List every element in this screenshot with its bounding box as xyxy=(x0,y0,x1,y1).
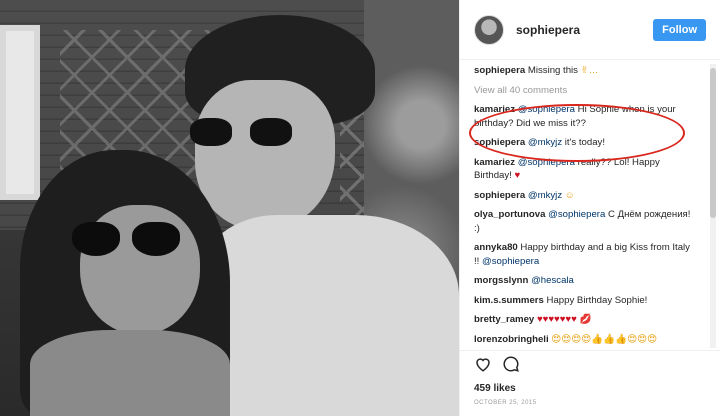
man-face xyxy=(195,80,335,230)
woman-sunglasses xyxy=(72,222,182,258)
caption-emoji: ✌… xyxy=(580,65,599,76)
comment-item: sophiepera @mkyjz it's today! xyxy=(474,136,696,150)
comment-text: Happy Birthday Sophie! xyxy=(546,294,648,306)
caption: sophiepera Missing this ✌… xyxy=(474,64,696,78)
comment-username[interactable]: sophiepera xyxy=(474,190,525,201)
post-username[interactable]: sophiepera xyxy=(516,23,580,37)
avatar[interactable] xyxy=(474,14,504,45)
comment-item: lorenzobringheli 😍😍😍😍👍👍👍😍😍😍 xyxy=(474,333,696,347)
view-all-comments-link[interactable]: View all 40 comments xyxy=(474,84,696,98)
caption-text: Missing this xyxy=(527,65,578,76)
post-date: OCTOBER 25, 2015 xyxy=(474,400,537,406)
window xyxy=(0,25,40,200)
comment-text: it's today! xyxy=(562,137,606,148)
comment-username[interactable]: kim.s.summers xyxy=(474,295,544,306)
comment-item: sophiepera @mkyjz ☺ xyxy=(474,189,696,203)
comment-item: kamariez @sophiepera really?? Lol! Happy… xyxy=(474,156,696,183)
follow-button[interactable]: Follow xyxy=(653,18,706,41)
comment-username[interactable]: bretty_ramey xyxy=(474,314,534,325)
man-sunglasses xyxy=(190,118,300,148)
comment-username[interactable]: annyka80 xyxy=(474,242,518,253)
comments-scrollbar[interactable] xyxy=(710,64,716,348)
comment-mention[interactable]: @sophiepera xyxy=(518,104,575,115)
comment-item: annyka80 Happy birthday and a big Kiss f… xyxy=(474,241,696,268)
heart-emoji: ♥♥♥♥♥♥♥ 💋 xyxy=(536,314,592,325)
smile-emoji: ☺ xyxy=(564,189,575,201)
comment-username[interactable]: kamariez xyxy=(474,157,515,168)
comment-mention[interactable]: @sophiepera xyxy=(482,256,539,267)
caption-username[interactable]: sophiepera xyxy=(474,65,525,76)
comment-mention[interactable]: @sophiepera xyxy=(548,209,605,220)
comment-username[interactable]: kamariez xyxy=(474,104,515,115)
comment-username[interactable]: olya_portunova xyxy=(474,209,545,220)
heart-emoji: ♥ xyxy=(514,170,521,181)
woman-shoulder xyxy=(30,330,230,416)
comment-list: sophiepera Missing this ✌… View all 40 c… xyxy=(460,64,710,348)
comment-mention[interactable]: @mkyjz xyxy=(528,190,562,201)
comment-mention[interactable]: @sophiepera xyxy=(518,157,575,168)
comment-username[interactable]: lorenzobringheli xyxy=(474,334,549,345)
post-actions: 459 likes OCTOBER 25, 2015 xyxy=(460,350,720,406)
man-shirt xyxy=(200,215,459,416)
comment-icon[interactable] xyxy=(502,355,520,378)
like-count[interactable]: 459 likes xyxy=(474,383,707,394)
heart-icon[interactable] xyxy=(474,355,492,378)
comment-username[interactable]: morgsslynn xyxy=(474,275,528,286)
emoji-row: 😍😍😍😍👍👍👍😍😍😍 xyxy=(551,333,658,345)
comment-item: morgsslynn @hescala xyxy=(474,274,696,288)
comment-mention[interactable]: @hescala xyxy=(531,275,574,286)
comment-item: kim.s.summers Happy Birthday Sophie! xyxy=(474,294,696,308)
post-sidebar: sophiepera Follow sophiepera Missing thi… xyxy=(459,0,720,416)
comment-item: olya_portunova @sophiepera С Днём рожден… xyxy=(474,208,696,235)
post-photo xyxy=(0,0,459,416)
comment-item: kamariez @sophiepera Hi Sophie when is y… xyxy=(474,103,696,130)
comment-username[interactable]: sophiepera xyxy=(474,137,525,148)
post-header: sophiepera Follow xyxy=(460,0,720,60)
scrollbar-thumb[interactable] xyxy=(710,68,716,218)
comment-mention[interactable]: @mkyjz xyxy=(528,137,562,148)
comment-item: bretty_ramey ♥♥♥♥♥♥♥ 💋 xyxy=(474,313,696,327)
